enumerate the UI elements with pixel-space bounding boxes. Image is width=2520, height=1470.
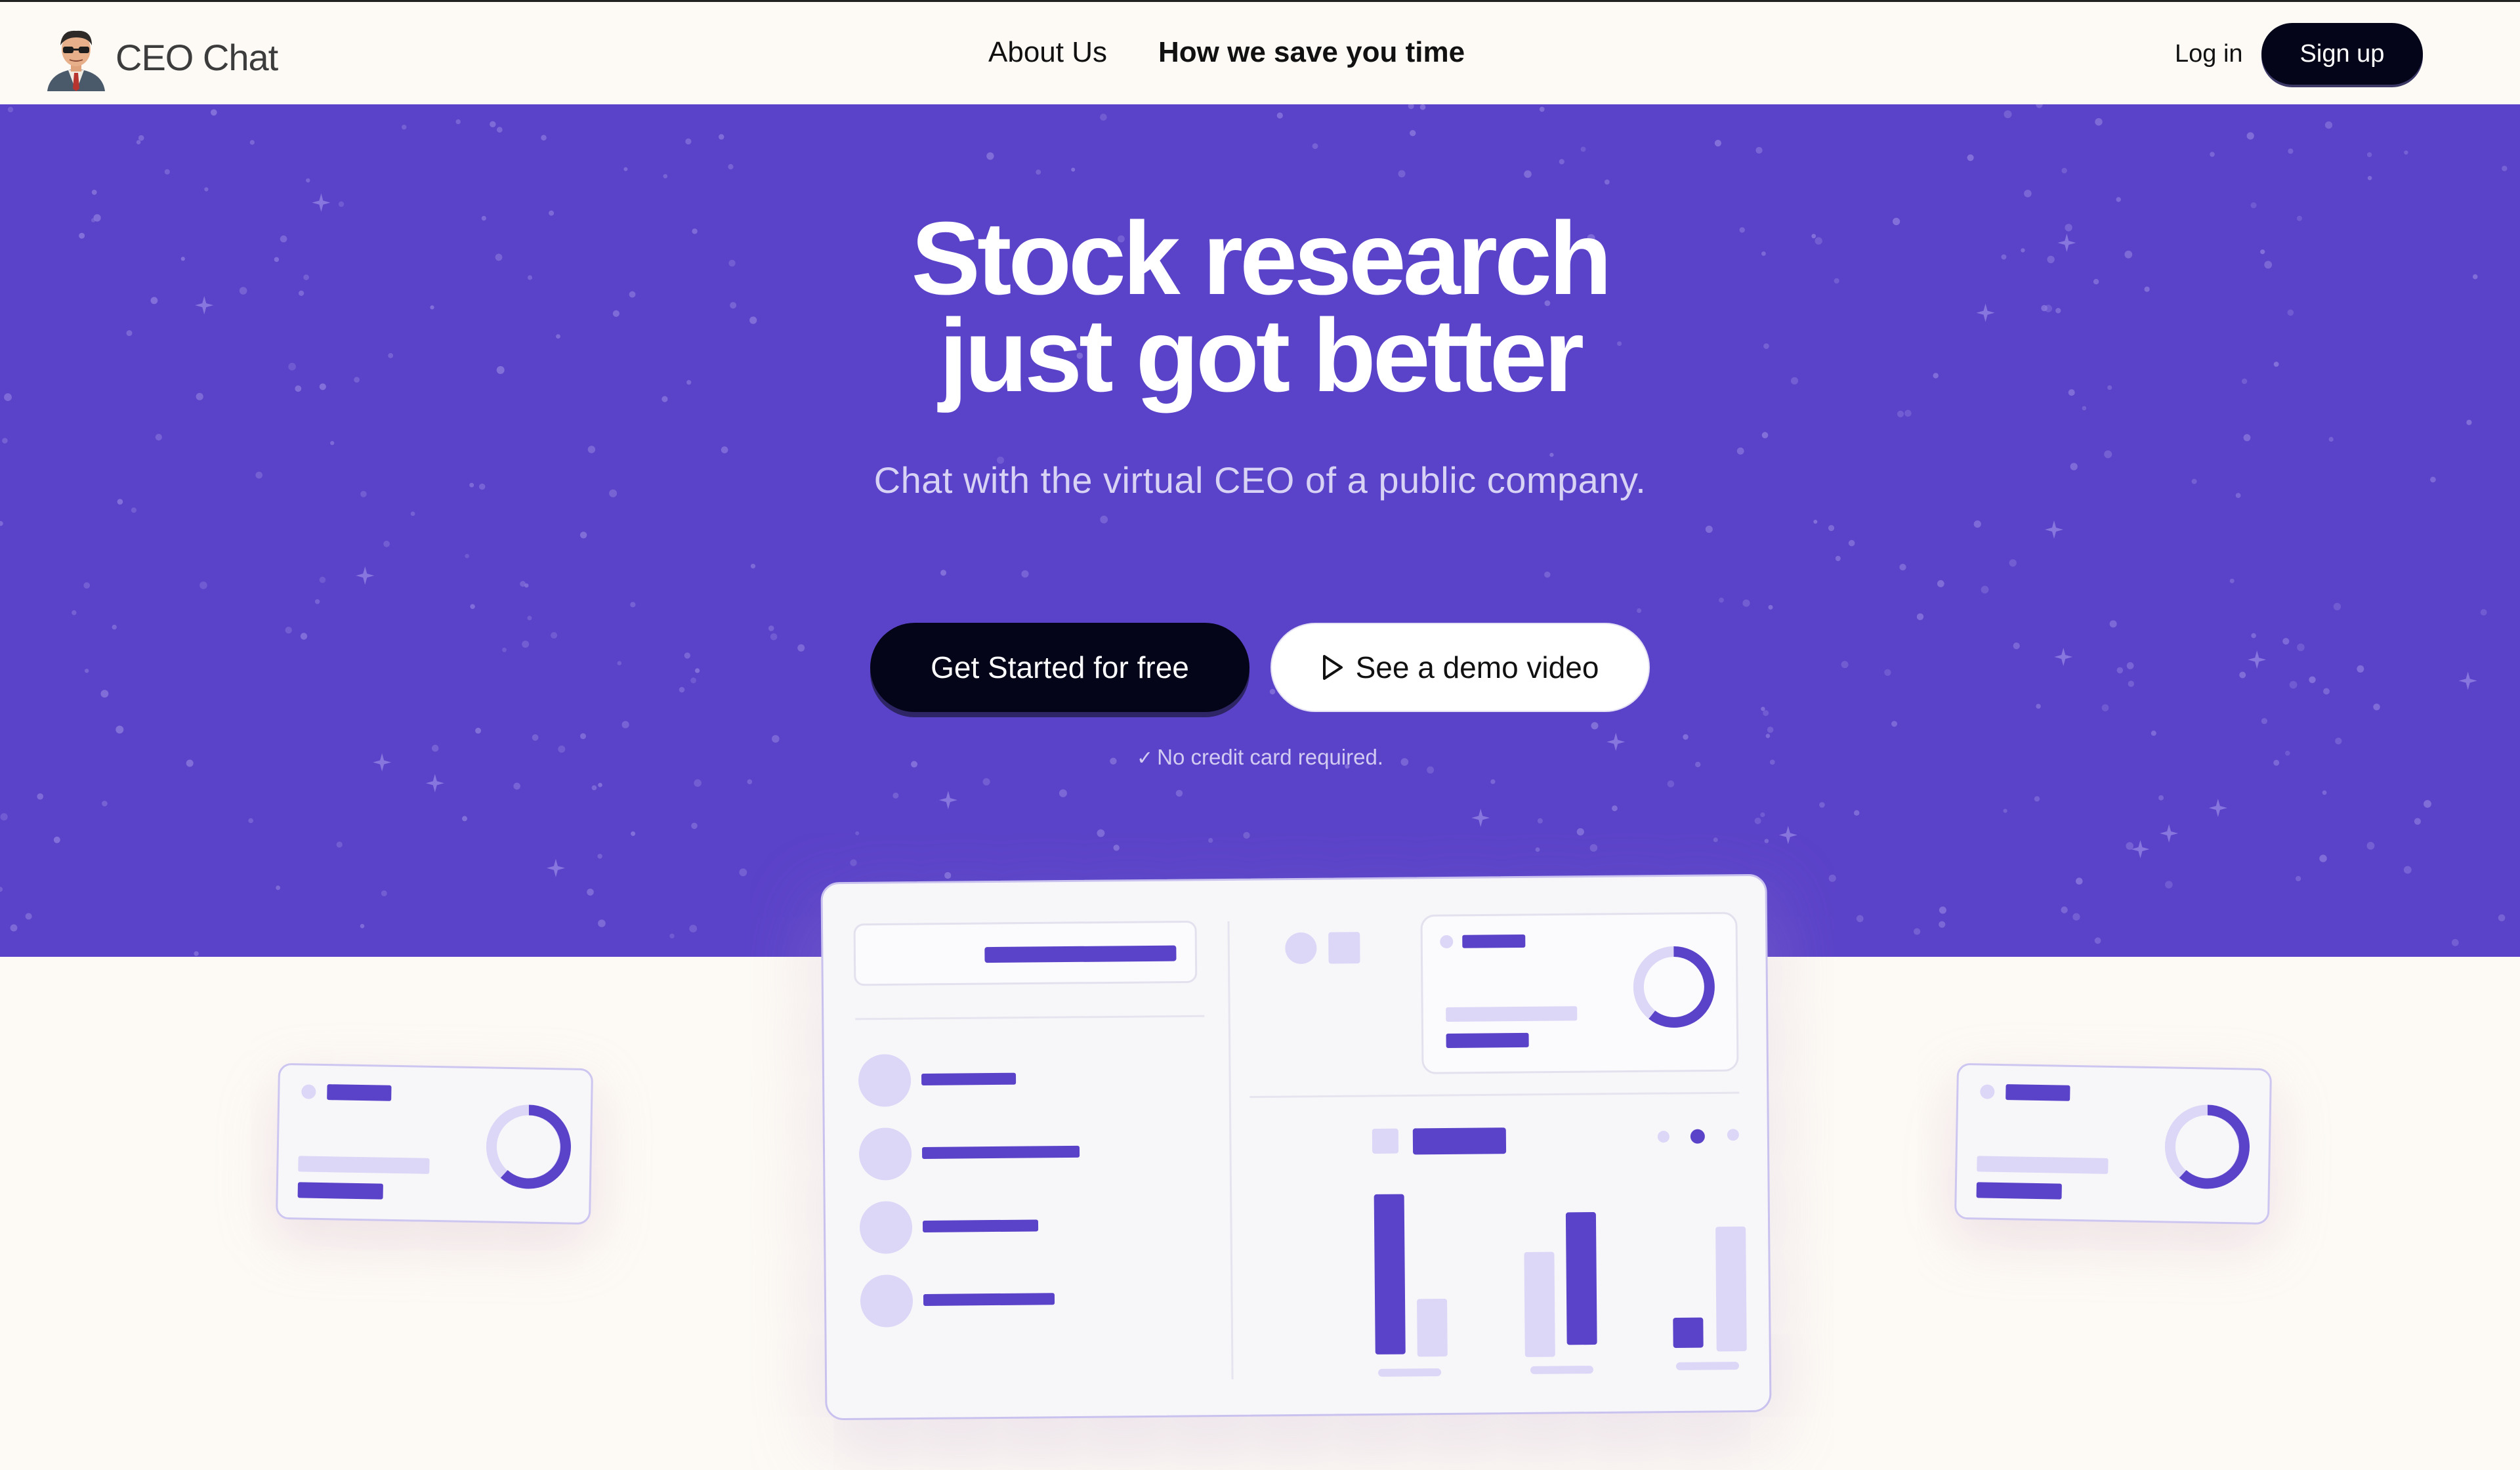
- mini-card-right: [1954, 1062, 2273, 1225]
- ceo-avatar-icon: [47, 30, 105, 91]
- hero-section: Stock research just got better Chat with…: [0, 104, 2520, 957]
- hero-subheading: Chat with the virtual CEO of a public co…: [873, 459, 1647, 501]
- mini-card-left-graphic: [297, 1084, 571, 1200]
- site-header: CEO Chat About Us How we save you time L…: [0, 0, 2520, 104]
- login-link[interactable]: Log in: [2175, 40, 2243, 68]
- mini-card-left: [275, 1062, 594, 1225]
- nav-how-we-save-time[interactable]: How we save you time: [1158, 36, 1465, 69]
- brand-name: CEO Chat: [116, 36, 278, 78]
- demo-video-label: See a demo video: [1355, 650, 1599, 684]
- brand-logo[interactable]: CEO Chat: [42, 22, 278, 93]
- dashboard-illustration-graphic: [853, 912, 1747, 1379]
- play-icon: [1322, 655, 1343, 680]
- nav-about-us[interactable]: About Us: [988, 36, 1107, 69]
- signup-button[interactable]: Sign up: [2261, 23, 2423, 85]
- no-credit-card-note: ✓ No credit card required.: [0, 745, 2520, 770]
- demo-video-button[interactable]: See a demo video: [1270, 623, 1650, 712]
- hero-headline-line2: just got better: [938, 298, 1584, 413]
- mini-card-right-graphic: [1976, 1084, 2250, 1200]
- check-icon: ✓: [1137, 747, 1154, 769]
- dashboard-illustration: [820, 873, 1772, 1421]
- no-credit-card-text: No credit card required.: [1157, 745, 1383, 769]
- hero-headline-line1: Stock research: [911, 201, 1612, 316]
- get-started-button[interactable]: Get Started for free: [870, 623, 1250, 712]
